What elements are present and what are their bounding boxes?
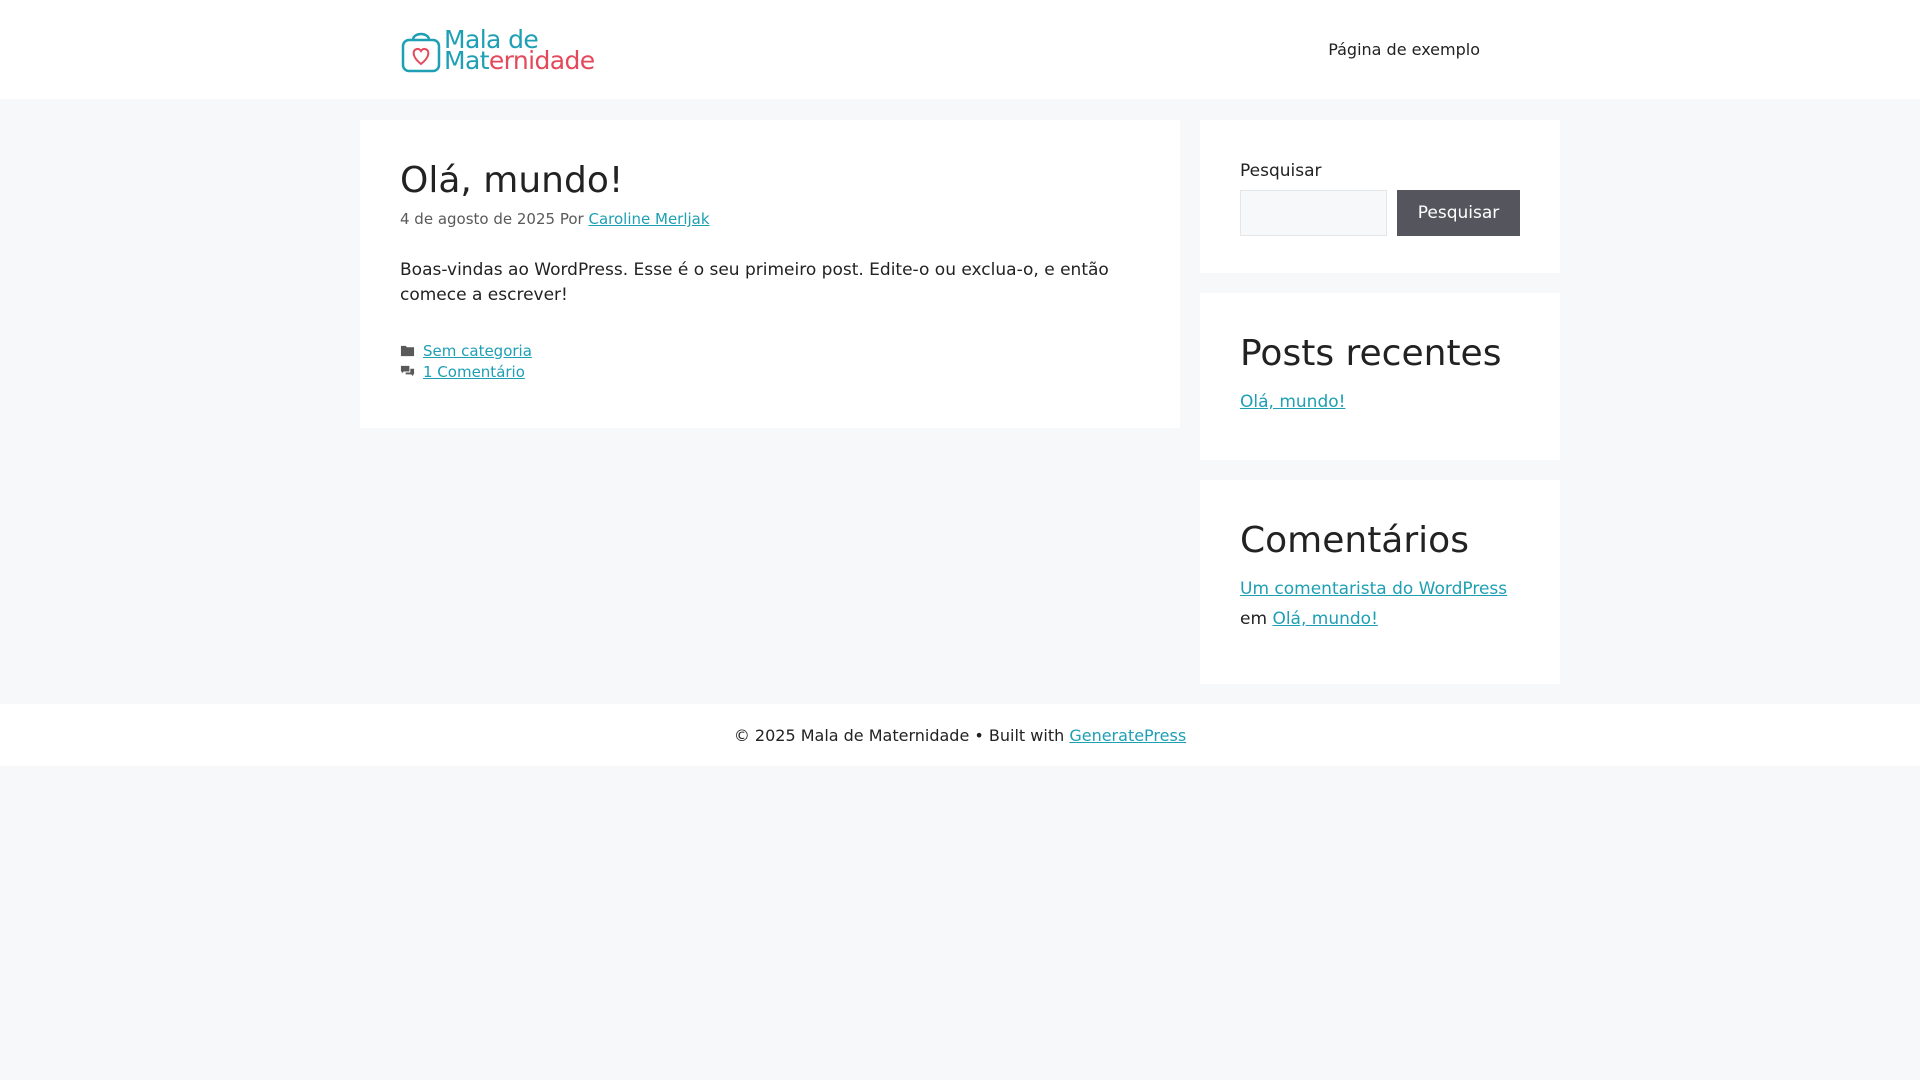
site-header: Mala de Maternidade Página de exemplo bbox=[0, 0, 1920, 99]
post-title: Olá, mundo! bbox=[400, 160, 624, 201]
recent-posts-list: Olá, mundo! bbox=[1240, 387, 1520, 417]
recent-comments-list: Um comentarista do WordPress em Olá, mun… bbox=[1240, 574, 1520, 634]
recent-comments-title: Comentários bbox=[1240, 520, 1469, 561]
comments-icon bbox=[400, 365, 415, 377]
search-form: Pesquisar bbox=[1240, 190, 1520, 236]
site-footer: © 2025 Mala de Maternidade • Built with … bbox=[0, 704, 1920, 766]
nav-item-example-page[interactable]: Página de exemplo bbox=[1308, 0, 1500, 99]
comment-post-link[interactable]: Olá, mundo! bbox=[1272, 609, 1377, 629]
recent-posts-widget: Posts recentes Olá, mundo! bbox=[1200, 293, 1560, 460]
post-category-row: Sem categoria bbox=[400, 340, 1140, 361]
folder-icon bbox=[400, 345, 415, 357]
post-meta: 4 de agosto de 2025 Por Caroline Merljak bbox=[400, 210, 1140, 228]
comment-connector: em bbox=[1240, 609, 1268, 629]
recent-post-link[interactable]: Olá, mundo! bbox=[1240, 392, 1345, 412]
bag-heart-icon bbox=[401, 32, 441, 73]
logo-line-2: Maternidade bbox=[444, 48, 595, 73]
post-comments-row: 1 Comentário bbox=[400, 361, 1140, 382]
search-label: Pesquisar bbox=[1240, 161, 1322, 181]
logo-line-2-part-1: Mat bbox=[444, 46, 490, 75]
search-widget: Pesquisar Pesquisar bbox=[1200, 120, 1560, 273]
logo-line-2-part-2: ernidade bbox=[488, 46, 595, 75]
footer-generatepress-link[interactable]: GeneratePress bbox=[1069, 726, 1186, 745]
main-navigation: Página de exemplo bbox=[1308, 0, 1500, 99]
recent-comments-widget: Comentários Um comentarista do WordPress… bbox=[1200, 480, 1560, 684]
comment-author-link[interactable]: Um comentarista do WordPress bbox=[1240, 579, 1507, 599]
post-footer: Sem categoria 1 Comentário bbox=[400, 340, 1140, 382]
post-date: 4 de agosto de 2025 bbox=[400, 210, 556, 228]
post-by-label: Por bbox=[559, 210, 584, 228]
search-input[interactable] bbox=[1240, 190, 1387, 236]
logo-text: Mala de Maternidade bbox=[444, 27, 595, 73]
search-button[interactable]: Pesquisar bbox=[1397, 190, 1520, 236]
post-content: Boas-vindas ao WordPress. Esse é o seu p… bbox=[400, 260, 1109, 305]
site-logo[interactable]: Mala de Maternidade bbox=[400, 26, 595, 74]
post-author-link[interactable]: Caroline Merljak bbox=[588, 210, 709, 228]
post-category-link[interactable]: Sem categoria bbox=[423, 342, 532, 360]
post-article: Olá, mundo! 4 de agosto de 2025 Por Caro… bbox=[360, 120, 1180, 428]
post-comments-link[interactable]: 1 Comentário bbox=[423, 363, 525, 381]
footer-copyright: © 2025 Mala de Maternidade • Built with bbox=[733, 725, 1065, 745]
recent-posts-title: Posts recentes bbox=[1240, 333, 1502, 374]
